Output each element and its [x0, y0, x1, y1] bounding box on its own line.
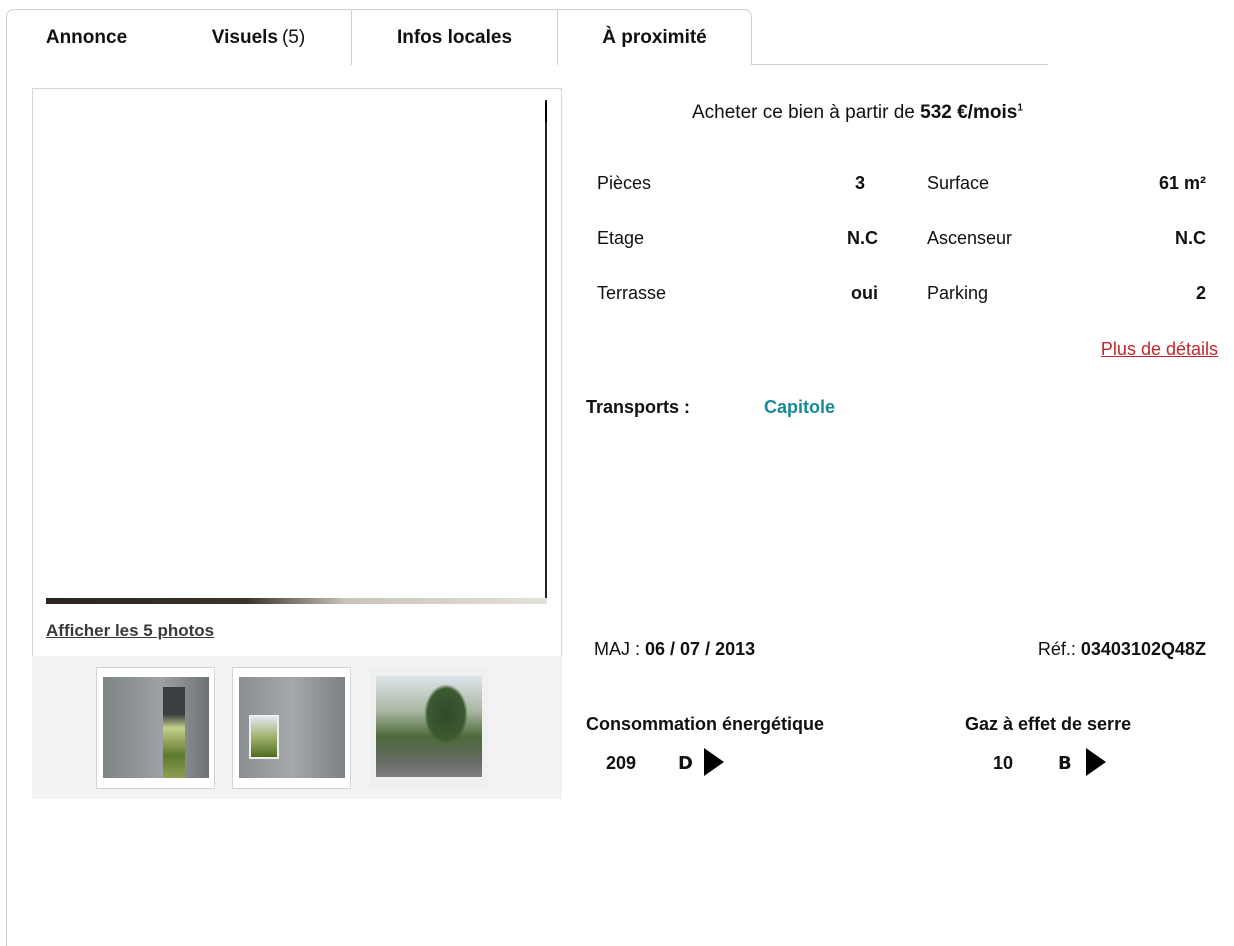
tab-annonce[interactable]: Annonce [6, 9, 167, 65]
last-update-label: MAJ : [594, 639, 646, 659]
spec-value-pieces: 3 [854, 173, 865, 193]
energy-class: D [678, 753, 694, 774]
spec-value-ascenseur: N.C [1175, 228, 1206, 248]
spec-label-etage: Etage [597, 228, 645, 248]
main-photo-edge-tick [545, 102, 547, 122]
tab-a-proximite-label: À proximité [602, 26, 707, 48]
financing-offer: Acheter ce bien à partir de 532 €/mois1 [692, 102, 1023, 124]
tab-visuels-count: (5) [281, 26, 306, 48]
spec-value-etage: N.C [847, 228, 878, 248]
main-photo-edge [545, 100, 547, 598]
spec-value-terrasse: oui [851, 283, 878, 303]
transport-station-link[interactable]: Capitole [764, 397, 835, 418]
greenhouse-gas-title: Gaz à effet de serre [965, 714, 1132, 734]
reference-value: 03403102Q48Z [1080, 639, 1206, 659]
energy-arrow-icon [704, 748, 724, 776]
thumbnail-image [103, 677, 209, 778]
thumbnail-image [239, 677, 345, 778]
reference-label: Réf.: [1037, 639, 1081, 659]
energy-consumption-title: Consommation énergétique [586, 714, 825, 734]
listing-reference: Réf.: 03403102Q48Z [1038, 639, 1206, 660]
photo-thumbnail-2[interactable] [232, 667, 351, 789]
thumbnail-image [376, 676, 482, 777]
tab-infos-locales[interactable]: Infos locales [352, 9, 558, 65]
gas-class: B [1058, 753, 1073, 774]
tab-infos-locales-label: Infos locales [396, 26, 513, 48]
show-all-photos-link[interactable]: Afficher les 5 photos [46, 621, 214, 641]
financing-amount: 532 €/mois [920, 102, 1018, 123]
tab-annonce-label: Annonce [45, 26, 128, 48]
gas-arrow-icon [1086, 748, 1106, 776]
tab-a-proximite[interactable]: À proximité [558, 9, 752, 65]
photo-thumbnail-3[interactable] [370, 667, 489, 789]
spec-value-parking: 2 [1195, 283, 1206, 303]
spec-value-surface: 61 m² [1158, 173, 1206, 193]
tab-bar-divider [751, 64, 1048, 65]
photo-thumbnail-1[interactable] [96, 667, 215, 789]
main-photo-bottom-strip [46, 598, 547, 604]
spec-label-parking: Parking [927, 283, 989, 303]
spec-label-ascenseur: Ascenseur [927, 228, 1013, 248]
spec-label-surface: Surface [927, 173, 990, 193]
tab-visuels-label: Visuels [211, 26, 278, 48]
tab-visuels[interactable]: Visuels (5) [166, 9, 352, 65]
spec-label-terrasse: Terrasse [597, 283, 667, 303]
transports-label: Transports : [586, 397, 691, 417]
financing-prefix: Acheter ce bien à partir de [692, 102, 915, 123]
last-update-value: 06 / 07 / 2013 [645, 639, 756, 659]
more-details-link[interactable]: Plus de détails [1101, 339, 1218, 360]
energy-value: 209 [606, 753, 637, 773]
gas-value: 10 [993, 753, 1014, 773]
content-frame-left [6, 64, 7, 946]
main-photo[interactable] [46, 100, 547, 604]
spec-label-pieces: Pièces [597, 173, 652, 193]
last-update: MAJ : 06 / 07 / 2013 [594, 639, 755, 660]
financing-footnote: 1 [1017, 102, 1023, 114]
